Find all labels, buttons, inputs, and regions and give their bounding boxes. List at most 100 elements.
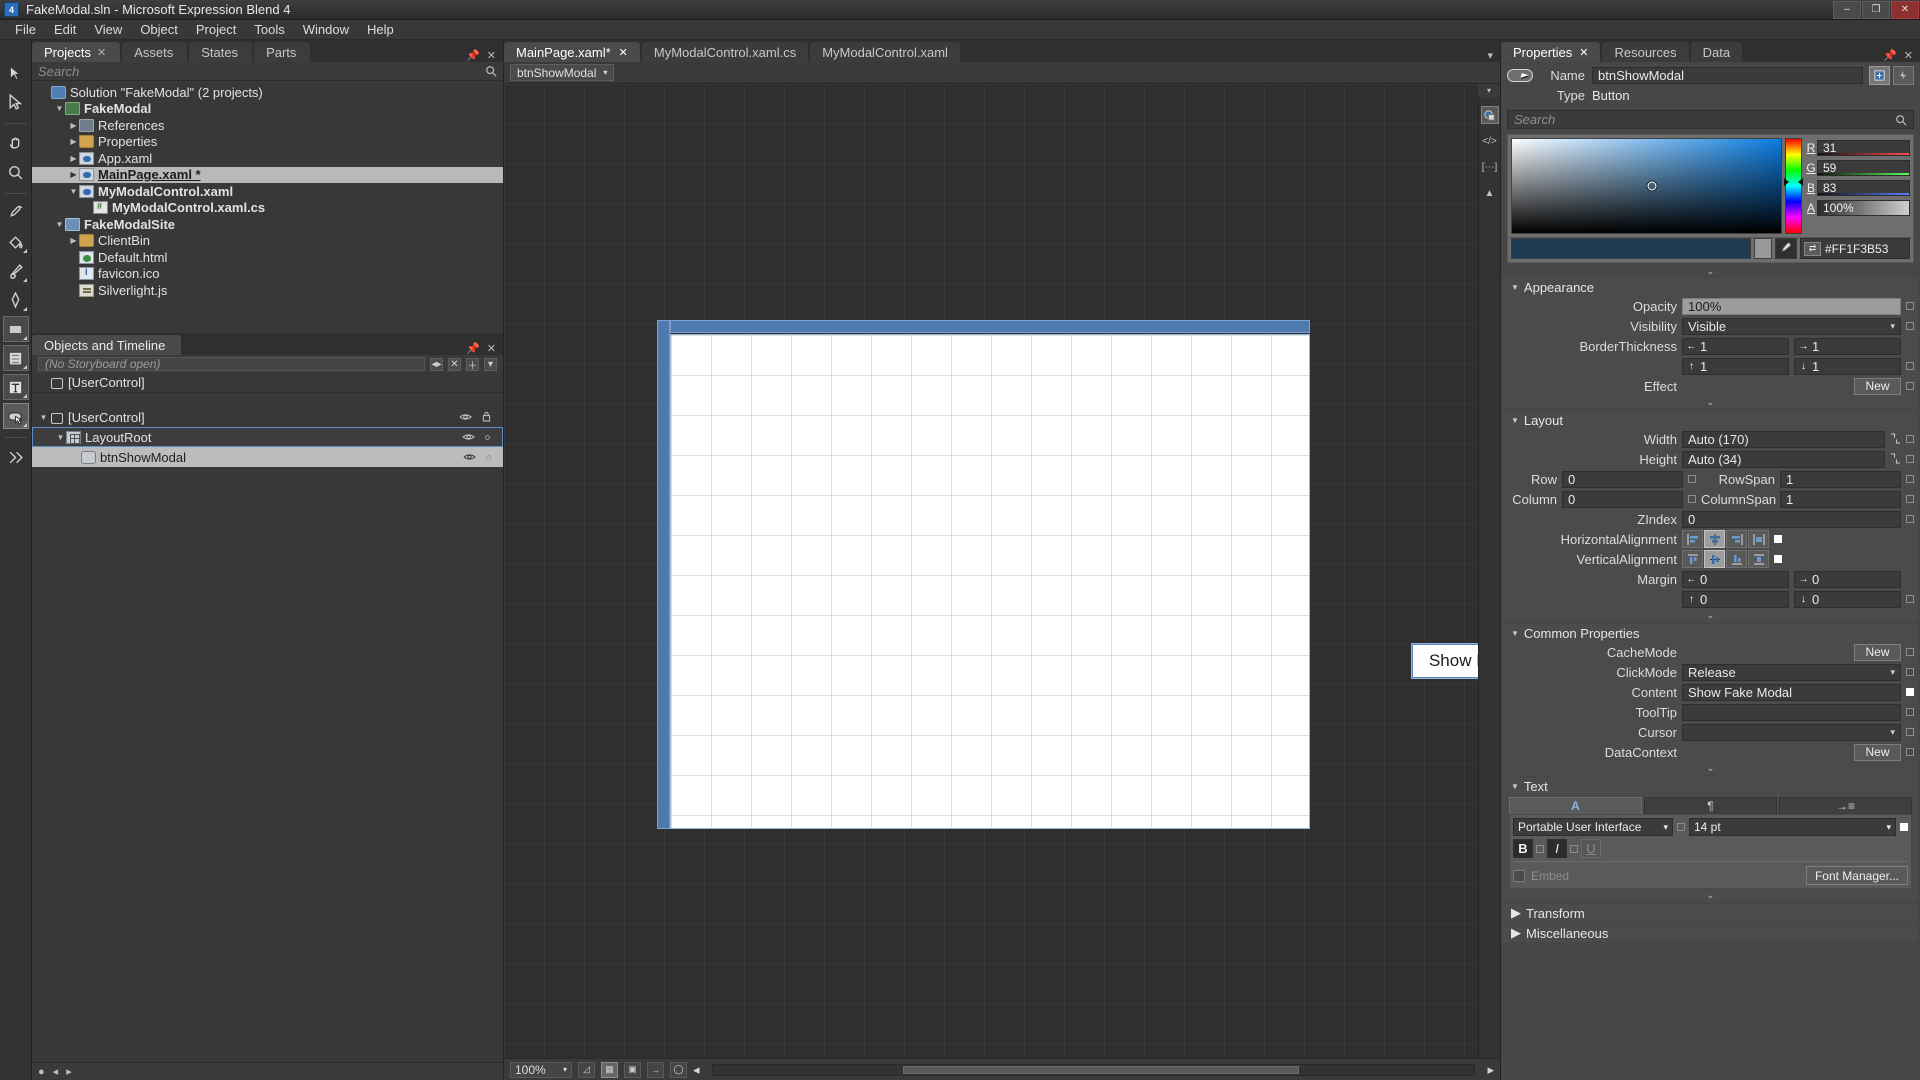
breadcrumb-element-chip[interactable]: btnShowModal ▾ — [510, 64, 615, 81]
font-family-select[interactable]: Portable User Interface ▾ — [1513, 818, 1673, 836]
project-tree-item[interactable]: Silverlight.js — [32, 282, 503, 299]
close-icon[interactable]: ✕ — [1579, 46, 1588, 59]
project-tree-item[interactable]: Default.html — [32, 249, 503, 266]
column-input[interactable]: 0 — [1562, 490, 1683, 508]
rowspan-input[interactable]: 1 — [1780, 470, 1901, 488]
design-view-icon[interactable] — [1480, 106, 1499, 124]
close-icon[interactable]: ✕ — [487, 49, 496, 62]
minimize-button[interactable]: – — [1833, 0, 1861, 19]
effect-advanced-dot[interactable] — [1906, 382, 1914, 390]
border-bottom-input[interactable]: ↓ 1 — [1794, 357, 1901, 375]
split-view-icon[interactable]: [⋯] — [1481, 158, 1499, 176]
border-left-input[interactable]: ← 1 — [1682, 337, 1789, 355]
visibility-advanced-dot[interactable] — [1906, 322, 1914, 330]
close-button[interactable]: ✕ — [1891, 0, 1919, 19]
height-advanced-dot[interactable] — [1906, 455, 1914, 463]
objects-tree[interactable]: [UserControl] ▼ [UserControl] ▼ LayoutRoot bt… — [32, 373, 503, 1062]
design-canvas[interactable] — [670, 334, 1310, 829]
text-expand-chevron[interactable]: ⌄ — [1503, 889, 1918, 902]
lock-toggle-dot[interactable] — [486, 454, 491, 460]
storyboard-play-button[interactable]: ◂▸ — [430, 357, 443, 371]
button-control-tool[interactable] — [2, 403, 29, 429]
direct-selection-tool[interactable] — [3, 89, 29, 115]
element-name-input[interactable]: btnShowModal — [1592, 66, 1863, 84]
halign-left-icon[interactable] — [1682, 530, 1703, 548]
show-grid-icon[interactable]: ▦ — [601, 1061, 618, 1078]
maximize-button[interactable]: ❐ — [1862, 0, 1890, 19]
saturation-value-field[interactable] — [1511, 138, 1782, 234]
zoom-level-select[interactable]: 100% ▾ — [510, 1061, 572, 1078]
clickmode-select[interactable]: Release ▾ — [1682, 663, 1901, 681]
margin-advanced-dot[interactable] — [1906, 595, 1914, 603]
content-input[interactable]: Show Fake Modal — [1682, 683, 1901, 701]
tab-resources[interactable]: Resources — [1602, 42, 1689, 62]
close-icon[interactable]: ✕ — [487, 342, 496, 355]
alpha-input[interactable]: 100% — [1817, 200, 1910, 216]
eyedropper-tool[interactable] — [3, 200, 29, 226]
columnspan-advanced-dot[interactable] — [1906, 495, 1914, 503]
chevron-right-icon[interactable]: ▶ — [68, 121, 79, 130]
asset-library-tool[interactable] — [3, 444, 29, 470]
chevron-down-icon[interactable]: ▼ — [54, 104, 65, 113]
tooltip-input[interactable] — [1682, 703, 1901, 721]
chevron-right-icon[interactable]: ▶ — [68, 154, 79, 163]
timeline-prev-icon[interactable]: ◂ — [53, 1065, 59, 1078]
border-advanced-dot[interactable] — [1906, 362, 1914, 370]
tab-data[interactable]: Data — [1690, 42, 1743, 62]
menu-item-edit[interactable]: Edit — [45, 20, 85, 39]
menu-item-view[interactable]: View — [85, 20, 131, 39]
eyedropper-icon[interactable] — [1775, 238, 1797, 259]
lock-toggle-dot[interactable] — [485, 434, 490, 440]
hex-color-field[interactable]: ⇄ #FF1F3B53 — [1800, 238, 1910, 259]
datacontext-advanced-dot[interactable] — [1906, 748, 1914, 756]
transform-section-header[interactable]: ▶ Transform — [1503, 904, 1918, 922]
object-tree-item[interactable]: ▼ LayoutRoot — [32, 427, 503, 447]
project-tree-item[interactable]: ▼ MyModalControl.xaml — [32, 183, 503, 200]
project-tree-item[interactable]: Solution "FakeModal" (2 projects) — [32, 84, 503, 101]
layout-expand-chevron[interactable]: ⌄ — [1503, 609, 1918, 622]
text-tool[interactable] — [2, 374, 29, 400]
timeline-record-icon[interactable]: ● — [38, 1066, 45, 1078]
visibility-select[interactable]: Visible ▾ — [1682, 317, 1901, 335]
halign-center-icon[interactable] — [1704, 530, 1725, 548]
projects-search-input[interactable] — [38, 63, 485, 79]
paragraph-panel-icon[interactable]: ¶ — [1644, 797, 1777, 814]
text-header[interactable]: ▼ Text — [1503, 777, 1918, 795]
font-size-select[interactable]: 14 pt ▾ — [1689, 818, 1896, 836]
appearance-expand-chevron[interactable]: ⌄ — [1503, 396, 1918, 409]
rectangle-tool[interactable] — [2, 316, 29, 342]
columnspan-input[interactable]: 1 — [1780, 490, 1901, 508]
close-icon[interactable]: ✕ — [97, 46, 106, 59]
project-tree-item[interactable]: ▶ ClientBin — [32, 233, 503, 250]
bold-button[interactable]: B — [1513, 839, 1533, 858]
cursor-advanced-dot[interactable] — [1906, 728, 1914, 736]
chevron-right-icon[interactable]: ▶ — [68, 236, 79, 245]
storyboard-menu-button[interactable]: ▾ — [484, 357, 497, 371]
font-size-advanced-dot[interactable] — [1900, 823, 1908, 831]
events-view-icon[interactable] — [1893, 65, 1914, 85]
scrollbar-thumb[interactable] — [903, 1065, 1300, 1074]
valign-top-icon[interactable] — [1682, 550, 1703, 568]
opacity-advanced-dot[interactable] — [1906, 302, 1914, 310]
menu-item-project[interactable]: Project — [187, 20, 245, 39]
width-input[interactable]: Auto (170) — [1682, 430, 1885, 448]
zindex-advanced-dot[interactable] — [1906, 515, 1914, 523]
red-input[interactable]: 31 — [1817, 140, 1910, 156]
close-icon[interactable]: ✕ — [619, 46, 628, 59]
layout-panel-icon[interactable]: →≡ — [1779, 797, 1912, 814]
pin-icon[interactable]: 📌 — [466, 49, 480, 62]
chevron-down-icon[interactable]: ▼ — [54, 220, 65, 229]
italic-advanced-dot[interactable] — [1570, 844, 1578, 853]
tab-assets[interactable]: Assets — [122, 42, 188, 62]
chevron-down-icon[interactable]: ▼ — [38, 413, 49, 422]
rowspan-advanced-dot[interactable] — [1906, 475, 1914, 483]
miscellaneous-section-header[interactable]: ▶ Miscellaneous — [1503, 924, 1918, 942]
margin-top-input[interactable]: ↑ 0 — [1682, 590, 1789, 608]
common-properties-header[interactable]: ▼ Common Properties — [1503, 624, 1918, 642]
margin-bottom-input[interactable]: ↓ 0 — [1794, 590, 1901, 608]
valign-stretch-icon[interactable] — [1748, 550, 1769, 568]
annotations-icon[interactable]: ◯ — [670, 1061, 687, 1078]
hue-slider[interactable] — [1784, 138, 1803, 234]
snap-to-snaplines-icon[interactable]: ▣ — [624, 1061, 641, 1078]
chevron-down-icon[interactable]: ▼ — [68, 187, 79, 196]
